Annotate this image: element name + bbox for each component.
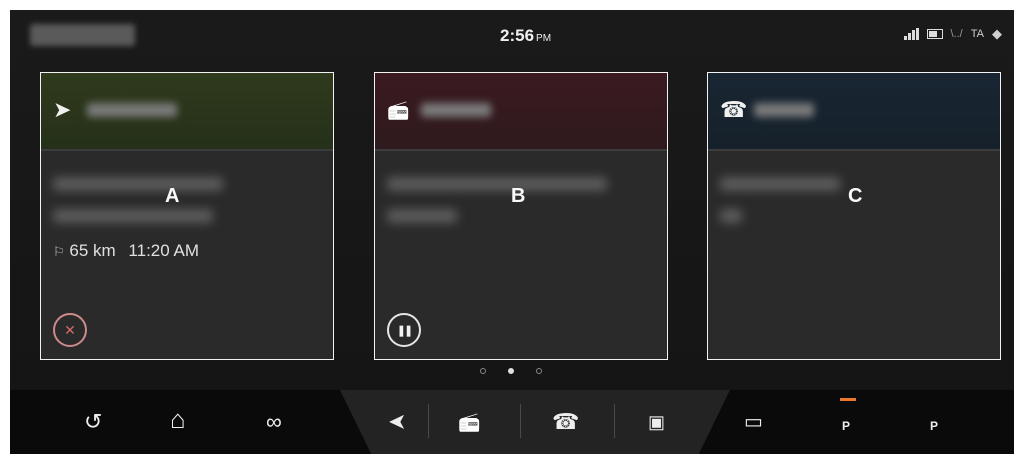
phone-card[interactable]: ☎ C [707, 72, 1001, 360]
pause-icon: ❚❚ [396, 324, 414, 337]
radio-card[interactable]: 📻 B ❚❚ [374, 72, 668, 360]
page-dot[interactable] [536, 368, 542, 374]
media-button[interactable]: 📻 [458, 410, 480, 434]
park-assist-button[interactable]: P [930, 414, 938, 438]
signal-icon [903, 28, 919, 40]
pause-button[interactable]: ❚❚ [387, 313, 421, 347]
status-indicators: \../ TA ◆ [903, 26, 1002, 42]
status-bar: 2:56 PM \../ TA ◆ [10, 10, 1014, 60]
blurred-card-title [87, 103, 177, 117]
navigation-card[interactable]: ➤ A ⚐ 65 km 11:20 AM ✕ [40, 72, 334, 360]
trip-distance: 65 km [69, 241, 116, 260]
clock-time: 2:56 [500, 26, 535, 45]
page-dot[interactable] [480, 368, 486, 374]
separator [520, 404, 521, 438]
trip-eta: 11:20 AM [128, 241, 199, 260]
separator [614, 404, 615, 438]
phone-button[interactable]: ☎ [552, 410, 579, 434]
bottom-navigation-bar: ↺ ⌂ ∞ ➤ 📻 ☎ ▣ ▭ P P [10, 390, 1014, 454]
blurred-station-line-2 [387, 209, 457, 223]
destination-flag-icon: ⚐ [53, 244, 65, 259]
infotainment-screen: 2:56PM \../ TA ◆ ➤ A ⚐ 65 km 11:20 AM ✕ [10, 10, 1014, 454]
ta-indicator: TA [970, 28, 984, 40]
home-button[interactable]: ⌂ [170, 406, 186, 432]
apps-button[interactable]: ▣ [648, 410, 665, 434]
blurred-profile-name [30, 24, 135, 46]
phone-icon: ☎ [720, 97, 748, 122]
wifi-icon: ◆ [992, 26, 1002, 41]
separator [428, 404, 429, 438]
trip-info: ⚐ 65 km 11:20 AM [53, 241, 199, 261]
divider [708, 149, 1000, 151]
network-icon: \../ [950, 28, 963, 40]
page-dot-active[interactable] [508, 368, 514, 374]
mute-guidance-button[interactable]: ✕ [53, 313, 87, 347]
clock-ampm: PM [536, 33, 552, 44]
mute-guidance-icon: ✕ [64, 321, 76, 338]
blurred-station-line-1 [387, 177, 607, 191]
card-label-b: B [511, 185, 526, 207]
card-label-a: A [165, 185, 180, 207]
camera-button[interactable]: ▭ [744, 410, 763, 434]
parking-sensors-button[interactable]: P [842, 414, 850, 438]
phone-card-header: ☎ [708, 73, 1000, 151]
divider [41, 149, 333, 151]
divider [375, 149, 667, 151]
parking-active-indicator [840, 398, 856, 401]
blurred-card-title [421, 103, 491, 117]
blurred-card-title [754, 103, 814, 117]
blurred-phone-line-2 [720, 209, 742, 223]
card-label-c: C [848, 185, 863, 207]
connect-button[interactable]: ∞ [266, 410, 282, 434]
navigation-card-header: ➤ [41, 73, 333, 151]
blurred-route-line-1 [53, 177, 223, 191]
radio-icon: 📻 [387, 100, 410, 120]
back-button[interactable]: ↺ [84, 410, 102, 434]
page-indicator [480, 368, 542, 374]
blurred-phone-line-1 [720, 177, 840, 191]
battery-icon [926, 29, 943, 39]
radio-card-header: 📻 [375, 73, 667, 151]
navigation-button[interactable]: ➤ [388, 410, 406, 435]
navigation-arrow-icon: ➤ [53, 97, 72, 122]
clock: 2:56 PM [500, 26, 551, 46]
blurred-route-line-2 [53, 209, 213, 223]
